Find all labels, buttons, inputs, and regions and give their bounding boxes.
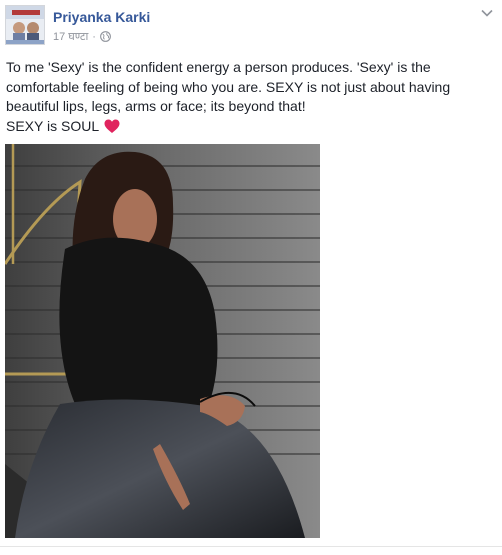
chevron-down-icon[interactable]	[480, 8, 494, 18]
divider	[0, 546, 502, 547]
post-text-line-2-text: SEXY is SOUL	[6, 117, 99, 134]
post-text-line-2: SEXY is SOUL	[6, 117, 496, 137]
post-header: Priyanka Karki 17 घण्टा ·	[0, 0, 502, 52]
timestamp[interactable]: 17 घण्टा	[53, 29, 88, 44]
author-name[interactable]: Priyanka Karki	[53, 9, 150, 25]
photo-image	[5, 144, 320, 538]
facebook-post: Priyanka Karki 17 घण्टा · To me 'Sexy' i…	[0, 0, 502, 555]
meta-separator: ·	[92, 30, 96, 43]
post-photo[interactable]	[5, 144, 320, 538]
post-text: To me 'Sexy' is the confident energy a p…	[6, 58, 496, 136]
avatar[interactable]	[5, 5, 45, 45]
post-text-line-1: To me 'Sexy' is the confident energy a p…	[6, 59, 451, 114]
heart-emoji	[104, 119, 120, 133]
globe-icon[interactable]	[100, 31, 111, 42]
avatar-image	[6, 6, 44, 44]
post-meta: 17 घण्टा ·	[53, 29, 111, 44]
